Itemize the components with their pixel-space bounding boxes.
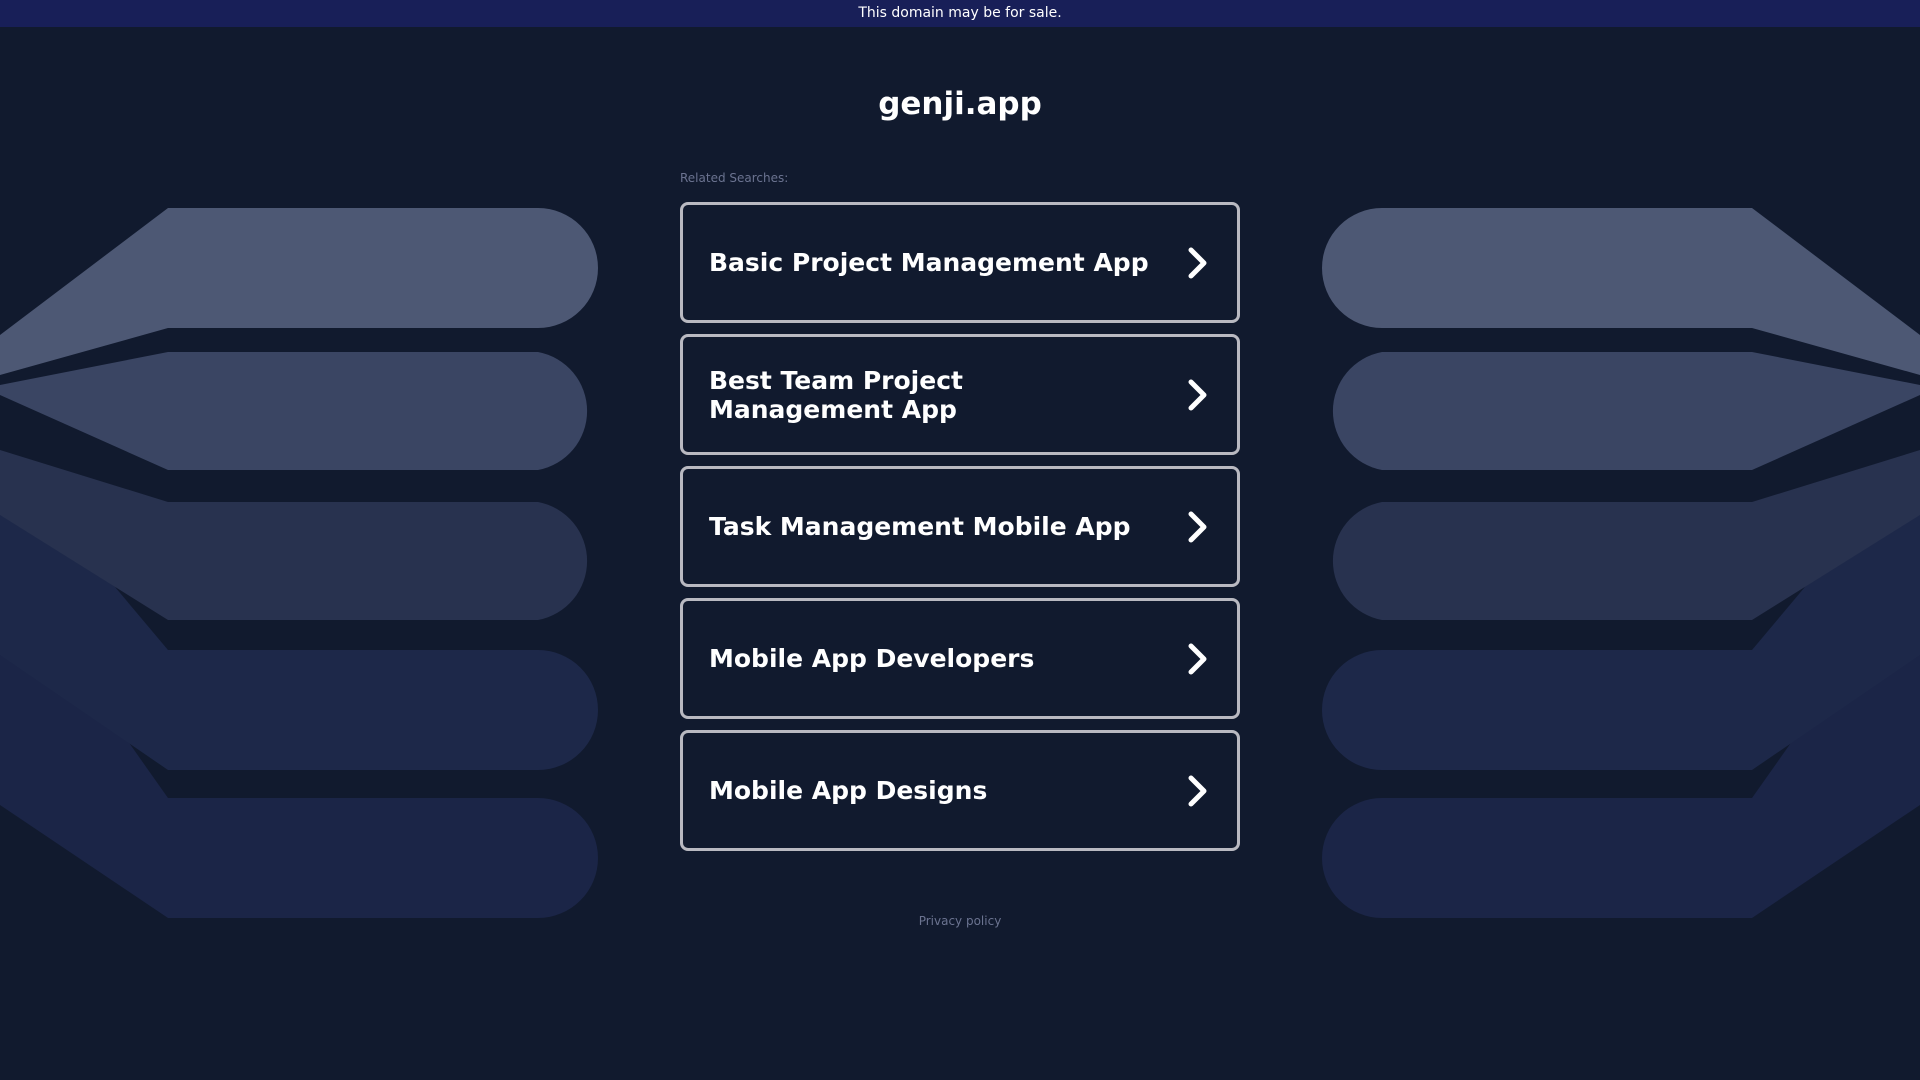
chevron-right-icon xyxy=(1183,507,1213,547)
related-link-label: Mobile App Designs xyxy=(709,776,988,805)
related-link[interactable]: Best Team Project Management App xyxy=(680,334,1240,455)
right-decoration xyxy=(1322,208,1920,918)
related-link-label: Best Team Project Management App xyxy=(709,365,963,424)
related-link-label: Mobile App Developers xyxy=(709,644,1035,673)
related-link[interactable]: Basic Project Management App xyxy=(680,202,1240,323)
chevron-right-icon xyxy=(1183,639,1213,679)
chevron-right-icon xyxy=(1183,771,1213,811)
domain-title: genji.app xyxy=(878,86,1042,122)
related-link-label: Basic Project Management App xyxy=(709,248,1149,277)
related-searches-label: Related Searches: xyxy=(680,171,789,185)
related-link[interactable]: Mobile App Designs xyxy=(680,730,1240,851)
related-link-label: Task Management Mobile App xyxy=(709,512,1131,541)
related-link[interactable]: Mobile App Developers xyxy=(680,598,1240,719)
related-searches-list: Basic Project Management App Best Team P… xyxy=(680,202,1240,862)
related-link[interactable]: Task Management Mobile App xyxy=(680,466,1240,587)
chevron-right-icon xyxy=(1183,375,1213,415)
privacy-policy-link[interactable]: Privacy policy xyxy=(0,913,1920,929)
left-decoration xyxy=(0,208,598,918)
chevron-right-icon xyxy=(1183,243,1213,283)
